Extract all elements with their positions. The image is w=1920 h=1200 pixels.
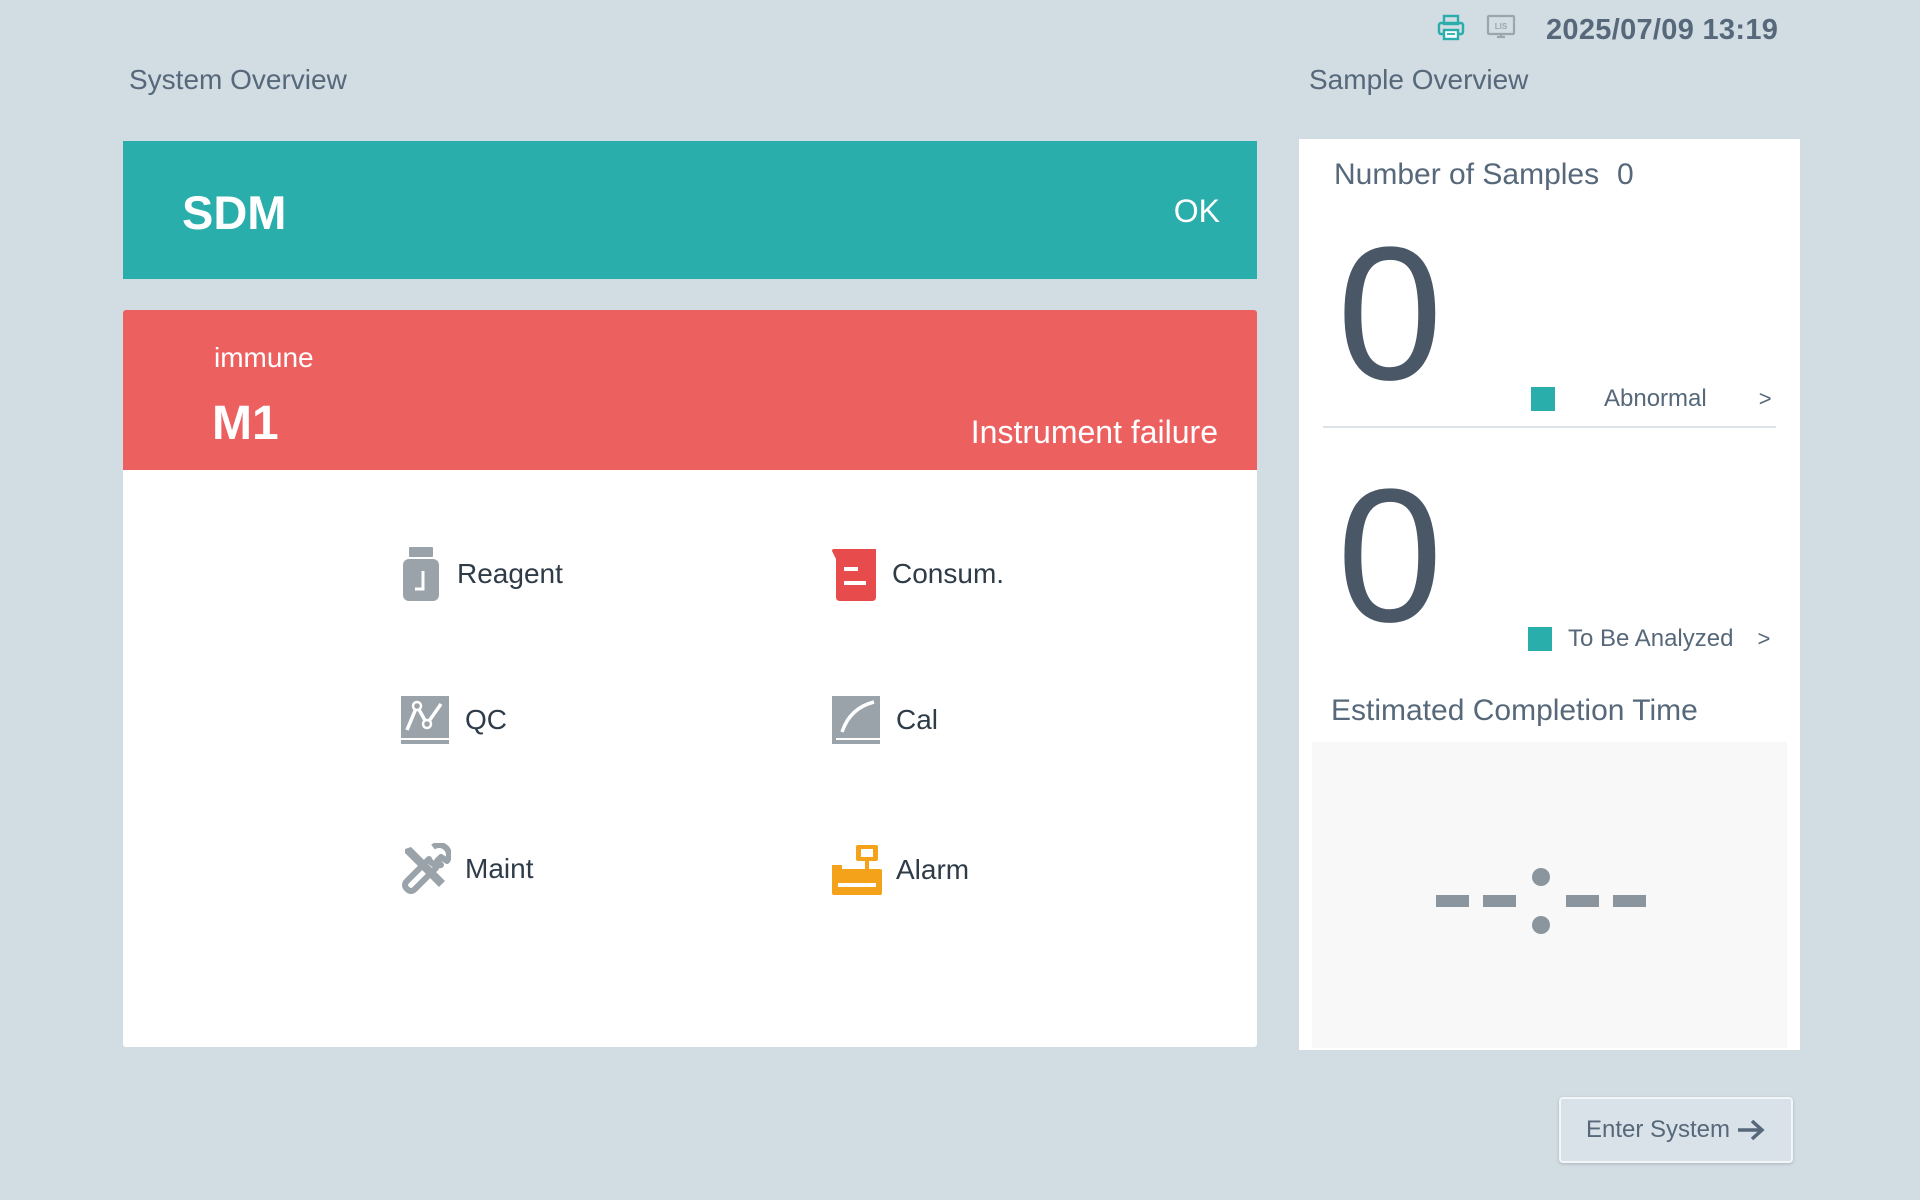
module-name: M1	[212, 397, 279, 450]
wrench-screwdriver-icon	[402, 843, 451, 894]
lis-icon-text: LIS	[1495, 22, 1508, 31]
sdm-status: OK	[1173, 193, 1220, 229]
module-subtitle: immune	[214, 342, 314, 373]
calibration-button[interactable]: Cal	[830, 694, 938, 746]
abnormal-label: Abnormal	[1604, 385, 1707, 412]
sdm-status-bar[interactable]: SDM OK	[123, 141, 1257, 279]
estimated-completion-display: --:--	[1312, 742, 1787, 1048]
printer-icon[interactable]	[1436, 14, 1466, 42]
divider	[1323, 426, 1776, 428]
abnormal-link[interactable]: Abnormal >	[1531, 385, 1772, 413]
module-functions-panel: Reagent Consum. QC Cal Maint Alarm	[123, 470, 1257, 1047]
module-status: Instrument failure	[970, 414, 1218, 450]
alarm-label: Alarm	[896, 854, 970, 885]
sample-overview-title: Sample Overview	[1309, 64, 1529, 95]
abnormal-legend-swatch	[1531, 387, 1555, 411]
enter-system-label: Enter System	[1585, 1116, 1731, 1143]
topbar-icons: LIS	[1436, 14, 1516, 42]
qc-button[interactable]: QC	[399, 694, 507, 746]
qc-chart-icon	[401, 696, 449, 744]
to-be-analyzed-legend-swatch	[1528, 627, 1552, 651]
number-of-samples-value: 0	[1617, 158, 1634, 191]
consumable-icon	[832, 549, 876, 601]
arrow-right-icon	[1738, 1119, 1765, 1141]
lis-icon[interactable]: LIS	[1486, 14, 1516, 42]
alarm-icon	[832, 845, 882, 895]
estimated-completion-label: Estimated Completion Time	[1331, 694, 1698, 727]
abnormal-chevron-icon: >	[1758, 386, 1772, 411]
sdm-name: SDM	[182, 186, 287, 239]
consumables-label: Consum.	[892, 558, 1005, 589]
module-header[interactable]: immune M1 Instrument failure	[123, 310, 1257, 470]
maintenance-button[interactable]: Maint	[399, 843, 533, 895]
estimated-completion-value: --:--	[1436, 868, 1646, 934]
enter-system-button[interactable]: Enter System	[1559, 1097, 1793, 1163]
alarm-button[interactable]: Alarm	[830, 843, 969, 897]
reagent-bottle-icon	[403, 547, 439, 601]
to-be-analyzed-link[interactable]: To Be Analyzed >	[1528, 625, 1770, 653]
reagent-label: Reagent	[457, 558, 563, 589]
qc-label: QC	[465, 704, 507, 735]
calibration-curve-icon	[832, 696, 880, 744]
sample-overview-panel: Number of Samples 0 0 Abnormal > 0 To Be…	[1299, 139, 1800, 1050]
consumables-button[interactable]: Consum.	[830, 545, 1004, 603]
to-be-analyzed-count: 0	[1337, 450, 1443, 662]
calibration-label: Cal	[896, 704, 939, 735]
system-overview-title: System Overview	[129, 64, 347, 95]
maintenance-label: Maint	[465, 853, 534, 884]
to-be-analyzed-label: To Be Analyzed	[1568, 625, 1734, 652]
to-be-analyzed-chevron-icon: >	[1757, 626, 1771, 651]
datetime: 2025/07/09 13:19	[1546, 14, 1779, 46]
abnormal-count: 0	[1337, 208, 1443, 420]
number-of-samples-label: Number of Samples	[1334, 158, 1600, 191]
reagent-button[interactable]: Reagent	[399, 545, 563, 603]
